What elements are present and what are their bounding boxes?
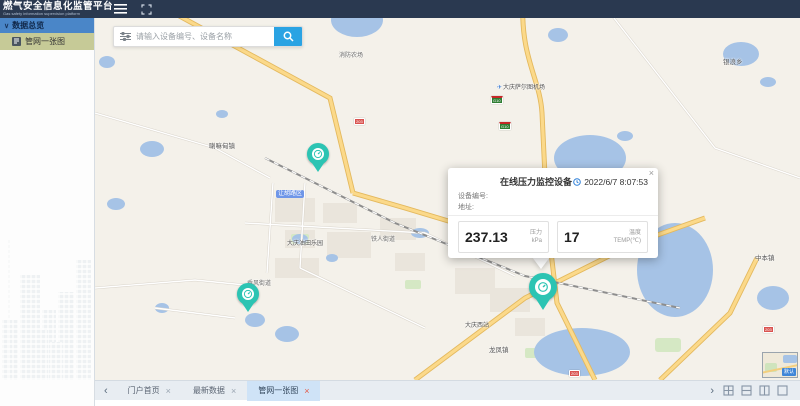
chevron-left-icon[interactable]: ‹	[95, 381, 117, 401]
app-brand: 燃气安全信息化监管平台 Gas safety information super…	[0, 2, 100, 16]
search-input[interactable]	[136, 27, 274, 46]
columns-layout-icon[interactable]	[759, 385, 770, 396]
tab-latest-data[interactable]: 最新数据 ×	[182, 381, 247, 401]
sidebar: ∨ 数据总览 管网一张图	[0, 18, 95, 406]
device-search-bar	[113, 26, 303, 47]
sidebar-group-label: 数据总览	[12, 20, 44, 31]
map-doc-icon	[12, 37, 21, 46]
tab-label: 管网一张图	[258, 385, 298, 396]
popup-tail	[532, 257, 550, 269]
close-icon[interactable]: ×	[304, 386, 309, 396]
sidebar-item-label: 管网一张图	[25, 36, 65, 47]
airplane-icon: ✈	[497, 85, 502, 91]
close-icon[interactable]: ×	[649, 168, 654, 178]
tab-pipeline-map[interactable]: 管网一张图 ×	[247, 381, 320, 401]
clock-icon	[573, 178, 581, 186]
pressure-unit: 压力kPa	[530, 229, 542, 245]
minimap-default-button[interactable]: 默认	[782, 368, 796, 376]
gauge-icon	[237, 283, 259, 305]
fullscreen-icon[interactable]	[141, 4, 152, 15]
device-id-field: 设备编号:	[448, 191, 658, 202]
temperature-metric: 17 温度TEMP(℃)	[557, 221, 648, 253]
gauge-icon	[307, 143, 329, 165]
road-shield: G10	[491, 96, 503, 104]
temperature-value: 17	[564, 229, 580, 245]
map-label: 铁人街道	[371, 234, 395, 243]
water-layer	[99, 18, 789, 376]
tab-portal-home[interactable]: 门户首页 ×	[117, 381, 182, 401]
filter-icon[interactable]	[114, 27, 136, 46]
map-label: 喇嘛甸镇	[209, 140, 235, 150]
road-shield: 203	[354, 118, 365, 125]
search-button[interactable]	[274, 27, 302, 46]
search-icon	[283, 31, 294, 42]
map-label: 中本镇	[755, 252, 775, 262]
popup-title: 在线压力监控设备	[500, 175, 572, 188]
pressure-metric: 237.13 压力kPa	[458, 221, 549, 253]
single-layout-icon[interactable]	[777, 385, 788, 396]
road-shield: 203	[763, 326, 774, 333]
map-label: 龙凤镇	[489, 344, 509, 354]
map-viewport[interactable]: 消防农场 喇嘛甸镇 让胡路区 ✈大庆萨尔图机场 铁人街道 大庆油田乐园 乘风街道…	[95, 18, 800, 380]
tab-label: 最新数据	[193, 385, 225, 396]
map-label: 大庆西站	[465, 320, 489, 329]
popup-timestamp: 2022/6/7 8:07:53	[573, 177, 648, 187]
city-skyline-watermark	[0, 230, 95, 380]
temperature-unit: 温度TEMP(℃)	[614, 229, 641, 245]
chevron-right-icon[interactable]: ›	[701, 381, 723, 401]
sidebar-item-pipeline-map[interactable]: 管网一张图	[0, 33, 94, 50]
rows-layout-icon[interactable]	[741, 385, 752, 396]
grid-layout-icon[interactable]	[723, 385, 734, 396]
minimap-water	[783, 355, 797, 363]
minimap-overview[interactable]: 默认	[762, 352, 798, 378]
app-subtitle: Gas safety information supervision platf…	[3, 12, 100, 16]
map-label: 银浪乡	[723, 56, 743, 66]
device-info-popup: × 在线压力监控设备 2022/6/7 8:07:53 设备编号: 地址: 23…	[448, 168, 658, 258]
road-shield: G10	[499, 122, 511, 130]
sidebar-group-data-overview[interactable]: ∨ 数据总览	[0, 18, 94, 33]
address-field: 地址:	[448, 202, 658, 213]
device-marker[interactable]	[237, 283, 259, 312]
chevron-down-icon: ∨	[4, 22, 9, 30]
close-icon[interactable]: ×	[231, 386, 236, 396]
map-label: 大庆油田乐园	[287, 238, 323, 247]
bottom-strip	[95, 400, 800, 406]
tab-label: 门户首页	[128, 385, 160, 396]
device-marker[interactable]	[307, 143, 329, 172]
device-marker-selected[interactable]	[529, 273, 557, 310]
map-label-district: 让胡路区	[276, 190, 304, 198]
map-label: 消防农场	[339, 50, 363, 59]
close-icon[interactable]: ×	[166, 386, 171, 396]
road-shield: 203	[569, 370, 580, 377]
pressure-value: 237.13	[465, 229, 508, 245]
map-label-airport: ✈大庆萨尔图机场	[497, 82, 545, 91]
top-bar: 燃气安全信息化监管平台 Gas safety information super…	[0, 0, 800, 18]
menu-icon[interactable]	[114, 4, 127, 14]
gauge-icon	[529, 273, 557, 301]
bottom-tab-bar: ‹ 门户首页 × 最新数据 × 管网一张图 × ›	[95, 380, 800, 400]
